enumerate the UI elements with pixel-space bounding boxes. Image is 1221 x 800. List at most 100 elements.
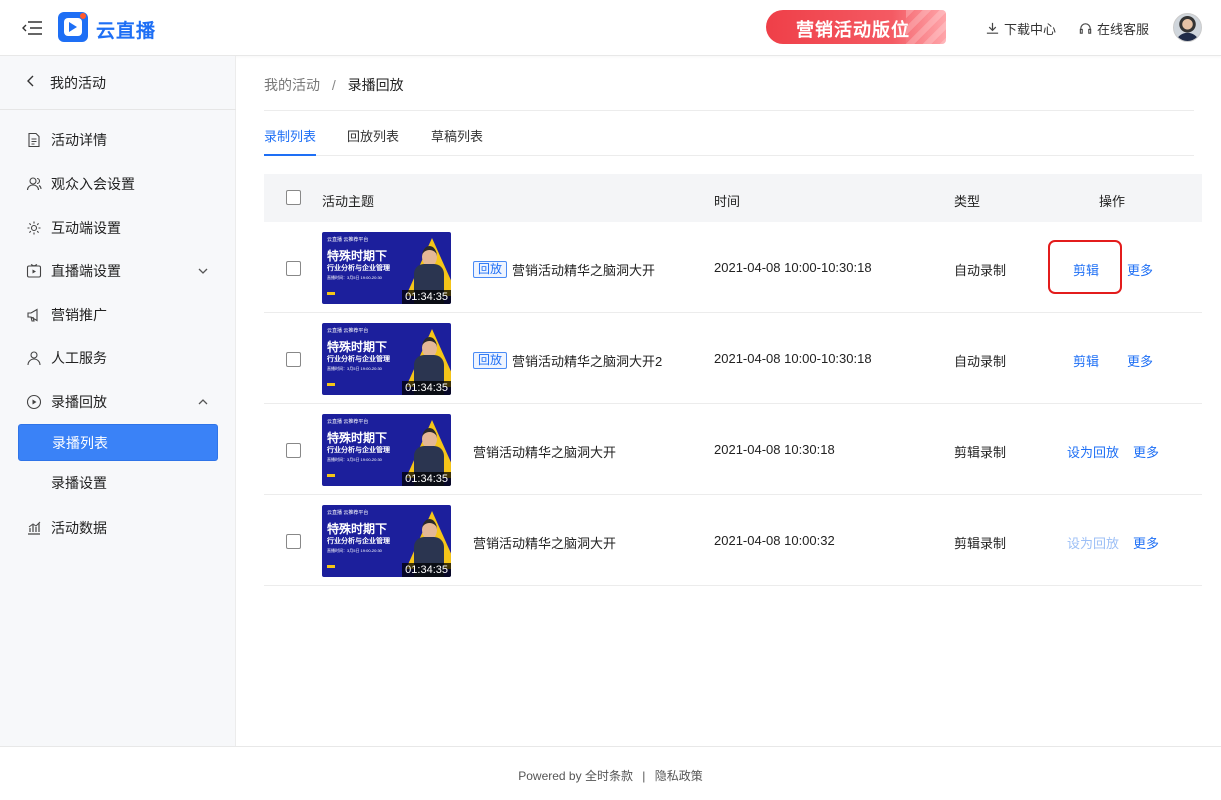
row-type: 自动录制 <box>954 354 1007 369</box>
sidebar-item-label: 活动数据 <box>51 520 107 536</box>
person-icon <box>26 350 42 366</box>
avatar[interactable] <box>1173 13 1202 42</box>
row-checkbox[interactable] <box>286 261 301 276</box>
more-button[interactable]: 更多 <box>1133 442 1159 461</box>
select-all-checkbox[interactable] <box>286 190 301 205</box>
video-duration: 01:34:35 <box>402 472 451 486</box>
sidebar-item-interaction-settings[interactable]: 互动端设置 <box>0 212 236 244</box>
tab-playback-list[interactable]: 回放列表 <box>347 126 399 156</box>
sidebar-subitem-label: 录播设置 <box>51 474 107 491</box>
headset-icon <box>1079 23 1092 34</box>
tab-recording-list[interactable]: 录制列表 <box>264 126 317 156</box>
thumbnail-title: 特殊时期下 <box>327 340 388 354</box>
logo-dot <box>80 13 86 19</box>
video-thumbnail[interactable]: 云直播 云推荐平台 特殊时期下 行业分析与企业管理 直播时间：3月5日 19:0… <box>322 505 451 577</box>
playback-badge: 回放 <box>473 352 508 369</box>
chevron-down-icon <box>198 268 208 274</box>
column-header-action: 操作 <box>1099 194 1126 209</box>
sidebar-item-manual-service[interactable]: 人工服务 <box>0 342 236 374</box>
thumbnail-bar <box>327 292 335 295</box>
video-thumbnail[interactable]: 云直播 云推荐平台 特殊时期下 行业分析与企业管理 直播时间：3月5日 19:0… <box>322 232 451 304</box>
back-label: 我的活动 <box>50 74 106 91</box>
thumbnail-subtitle: 行业分析与企业管理 <box>327 265 390 272</box>
download-icon <box>986 22 999 34</box>
promo-banner[interactable]: 营销活动版位 <box>766 10 946 44</box>
sidebar-item-activity-details[interactable]: 活动详情 <box>0 124 236 156</box>
video-thumbnail[interactable]: 云直播 云推荐平台 特殊时期下 行业分析与企业管理 直播时间：3月5日 19:0… <box>322 414 451 486</box>
table-row: 云直播 云推荐平台 特殊时期下 行业分析与企业管理 直播时间：3月5日 19:0… <box>264 313 1202 404</box>
thumbnail-info: 直播时间：3月5日 19:00-20:30 <box>327 275 382 280</box>
promo-decoration <box>906 10 946 44</box>
sidebar: 我的活动 活动详情 观众入会设置 互动端设置 直播端设置 营销推广 人工服务 录… <box>0 56 236 746</box>
row-type: 剪辑录制 <box>954 536 1007 551</box>
terms-link[interactable]: 全时条款 <box>585 769 633 783</box>
edit-button[interactable]: 剪辑 <box>1073 260 1099 279</box>
sidebar-item-recording-playback[interactable]: 录播回放 <box>0 386 236 418</box>
breadcrumb-parent-link[interactable]: 我的活动 <box>264 77 320 93</box>
edit-button[interactable]: 剪辑 <box>1073 351 1099 370</box>
video-duration: 01:34:35 <box>402 381 451 395</box>
tab-bar: 录制列表 回放列表 草稿列表 <box>264 126 1194 156</box>
megaphone-icon <box>26 307 42 323</box>
download-center-label: 下载中心 <box>1004 22 1057 37</box>
thumbnail-info: 直播时间：3月5日 19:00-20:30 <box>327 548 382 553</box>
video-thumbnail[interactable]: 云直播 云推荐平台 特殊时期下 行业分析与企业管理 直播时间：3月5日 19:0… <box>322 323 451 395</box>
document-icon <box>26 132 42 148</box>
row-checkbox[interactable] <box>286 352 301 367</box>
live-icon <box>26 263 42 279</box>
thumbnail-title: 特殊时期下 <box>327 522 388 536</box>
sidebar-subitem-label: 录播列表 <box>52 434 108 451</box>
tab-draft-list[interactable]: 草稿列表 <box>431 126 483 156</box>
set-as-playback-button-disabled[interactable]: 设为回放 <box>1067 533 1119 552</box>
table-header: 活动主题 时间 类型 操作 <box>264 174 1202 222</box>
sidebar-item-label: 观众入会设置 <box>51 176 135 192</box>
row-title: 营销活动精华之脑洞大开 <box>473 442 616 461</box>
row-title: 回放 营销活动精华之脑洞大开2 <box>473 351 662 370</box>
more-button[interactable]: 更多 <box>1133 533 1159 552</box>
sidebar-item-label: 营销推广 <box>51 307 107 323</box>
sidebar-item-label: 直播端设置 <box>51 263 121 279</box>
sidebar-item-label: 活动详情 <box>51 132 107 148</box>
row-time: 2021-04-08 10:00:32 <box>714 533 835 548</box>
promo-label: 营销活动版位 <box>796 20 910 40</box>
sidebar-item-live-settings[interactable]: 直播端设置 <box>0 255 236 287</box>
online-service-link[interactable]: 在线客服 <box>1078 19 1149 38</box>
thumbnail-top-text: 云直播 云推荐平台 <box>327 510 369 516</box>
sidebar-item-activity-data[interactable]: 活动数据 <box>0 512 236 544</box>
row-title-text: 营销活动精华之脑洞大开 <box>473 536 617 551</box>
row-checkbox[interactable] <box>286 443 301 458</box>
menu-collapse-icon[interactable] <box>22 18 44 38</box>
column-header-time: 时间 <box>714 194 741 209</box>
more-button[interactable]: 更多 <box>1127 351 1153 370</box>
sidebar-subitem-recording-list[interactable]: 录播列表 <box>18 424 218 461</box>
row-time: 2021-04-08 10:00-10:30:18 <box>714 351 872 366</box>
sidebar-subitem-recording-settings[interactable]: 录播设置 <box>18 464 218 501</box>
chevron-up-icon <box>198 399 208 405</box>
privacy-link[interactable]: 隐私政策 <box>655 769 703 783</box>
video-duration: 01:34:35 <box>402 563 451 577</box>
table-row: 云直播 云推荐平台 特殊时期下 行业分析与企业管理 直播时间：3月5日 19:0… <box>264 404 1202 495</box>
thumbnail-bar <box>327 383 335 386</box>
row-title-text: 营销活动精华之脑洞大开 <box>512 263 656 278</box>
sidebar-item-label: 人工服务 <box>51 350 107 366</box>
back-to-my-activities[interactable]: 我的活动 <box>0 56 236 110</box>
row-type: 剪辑录制 <box>954 445 1007 460</box>
row-type: 自动录制 <box>954 263 1007 278</box>
top-header: 云直播 营销活动版位 下载中心 在线客服 <box>0 0 1221 56</box>
download-center-link[interactable]: 下载中心 <box>985 19 1056 38</box>
breadcrumb-current: 录播回放 <box>347 77 404 93</box>
thumbnail-top-text: 云直播 云推荐平台 <box>327 237 369 243</box>
thumbnail-title: 特殊时期下 <box>327 249 388 263</box>
settings-icon <box>26 220 42 236</box>
table-row: 云直播 云推荐平台 特殊时期下 行业分析与企业管理 直播时间：3月5日 19:0… <box>264 222 1202 313</box>
brand-name: 云直播 <box>96 21 157 42</box>
chevron-left-icon <box>26 74 40 91</box>
playback-badge: 回放 <box>473 261 508 278</box>
set-as-playback-button[interactable]: 设为回放 <box>1067 442 1119 461</box>
play-circle-icon <box>26 394 42 410</box>
row-title-text: 营销活动精华之脑洞大开 <box>473 445 617 460</box>
sidebar-item-marketing[interactable]: 营销推广 <box>0 299 236 331</box>
more-button[interactable]: 更多 <box>1127 260 1153 279</box>
sidebar-item-audience-settings[interactable]: 观众入会设置 <box>0 168 236 200</box>
row-checkbox[interactable] <box>286 534 301 549</box>
